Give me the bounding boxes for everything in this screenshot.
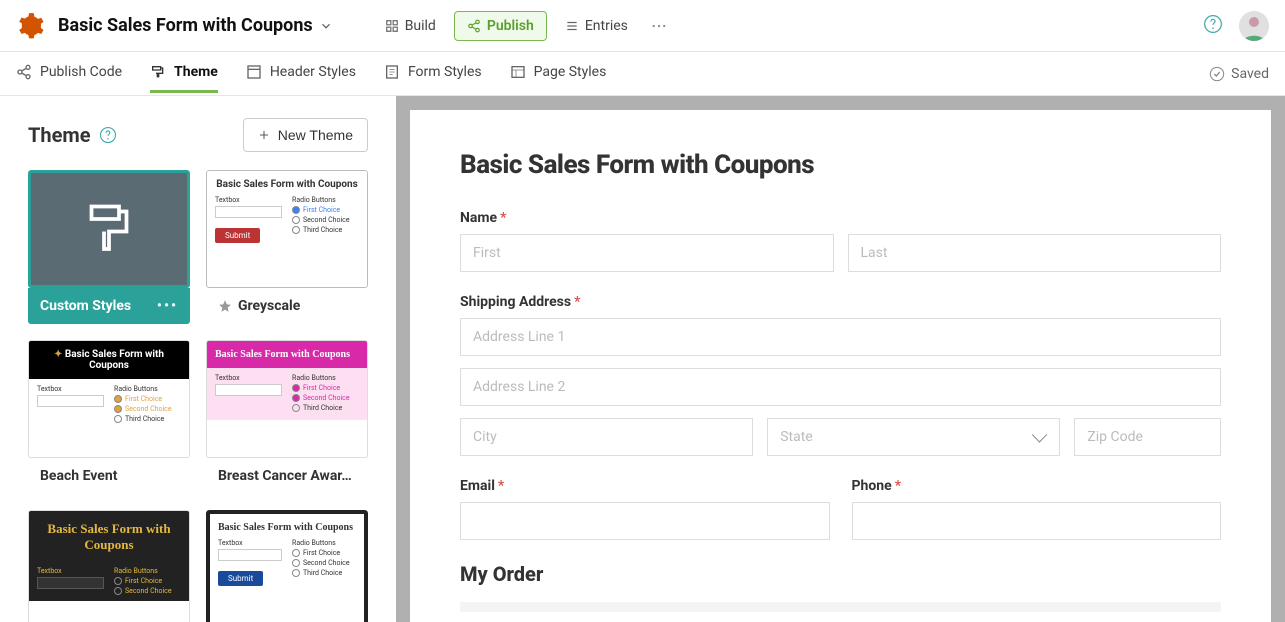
form-icon: [384, 64, 400, 80]
address-line-1-input[interactable]: Address Line 1: [460, 318, 1221, 356]
app-title-text: Basic Sales Form with Coupons: [58, 15, 313, 36]
tab-label: Page Styles: [534, 64, 607, 80]
thumb-title: Basic Sales Form with Coupons: [215, 179, 359, 190]
help-button[interactable]: [1203, 14, 1223, 38]
theme-card-breast-cancer[interactable]: Basic Sales Form with Coupons Textbox Ra…: [206, 340, 368, 494]
tab-label: Publish Code: [40, 64, 122, 80]
city-input[interactable]: City: [460, 418, 753, 456]
form-title: Basic Sales Form with Coupons: [460, 150, 1221, 180]
publish-label: Publish: [487, 18, 534, 34]
theme-label: Custom Styles: [40, 298, 131, 314]
main-layout: Theme New Theme Custom Styles •••: [0, 96, 1285, 622]
form-canvas-area: Basic Sales Form with Coupons Name* Firs…: [396, 96, 1285, 622]
theme-card-custom-styles[interactable]: Custom Styles •••: [28, 170, 190, 324]
order-section-title: My Order: [460, 562, 1221, 586]
page-icon: [510, 64, 526, 80]
tab-theme[interactable]: Theme: [150, 54, 218, 93]
help-inline-button[interactable]: [99, 126, 117, 144]
new-theme-button[interactable]: New Theme: [243, 118, 368, 152]
theme-card-extra-1[interactable]: Basic Sales Form with Coupons Textbox Ra…: [28, 510, 190, 622]
more-button[interactable]: [650, 17, 668, 35]
last-name-input[interactable]: Last: [848, 234, 1222, 272]
build-button[interactable]: Build: [373, 12, 448, 40]
saved-label: Saved: [1231, 66, 1269, 82]
tab-label: Theme: [174, 64, 218, 80]
app-title[interactable]: Basic Sales Form with Coupons: [58, 15, 333, 36]
first-name-input[interactable]: First: [460, 234, 834, 272]
order-box: [460, 602, 1221, 612]
email-input[interactable]: [460, 502, 830, 540]
theme-label: Breast Cancer Awar…: [218, 468, 352, 484]
header-icon: [246, 64, 262, 80]
tab-header-styles[interactable]: Header Styles: [246, 54, 356, 93]
theme-sidebar: Theme New Theme Custom Styles •••: [0, 96, 396, 622]
theme-options-button[interactable]: •••: [157, 298, 178, 314]
user-avatar[interactable]: [1239, 11, 1269, 41]
address-line-2-input[interactable]: Address Line 2: [460, 368, 1221, 406]
tab-label: Form Styles: [408, 64, 482, 80]
theme-card-beach-event[interactable]: ✦ Basic Sales Form with Coupons Textbox …: [28, 340, 190, 494]
zip-input[interactable]: Zip Code: [1074, 418, 1221, 456]
tab-label: Header Styles: [270, 64, 356, 80]
email-label: Email*: [460, 478, 830, 494]
entries-button[interactable]: Entries: [553, 12, 640, 40]
theme-label: Greyscale: [238, 298, 300, 314]
subnav-tabs: Publish Code Theme Header Styles Form St…: [0, 52, 1285, 96]
tab-form-styles[interactable]: Form Styles: [384, 54, 482, 93]
theme-label: Beach Event: [40, 468, 117, 484]
publish-button[interactable]: Publish: [454, 11, 547, 41]
tab-publish-code[interactable]: Publish Code: [16, 54, 122, 93]
list-icon: [565, 19, 579, 33]
sidebar-title: Theme: [28, 123, 91, 147]
theme-card-extra-2[interactable]: Basic Sales Form with Coupons Textbox Su…: [206, 510, 368, 622]
app-logo-icon: [16, 12, 44, 40]
name-label: Name*: [460, 210, 1221, 226]
dots-horizontal-icon: [650, 17, 668, 35]
phone-label: Phone*: [852, 478, 1222, 494]
layout-icon: [385, 19, 399, 33]
saved-indicator: Saved: [1209, 66, 1269, 82]
chevron-down-icon: [319, 19, 333, 33]
help-circle-icon: [1203, 14, 1223, 34]
shipping-label: Shipping Address*: [460, 294, 1221, 310]
tab-page-styles[interactable]: Page Styles: [510, 54, 607, 93]
help-circle-icon: [99, 126, 117, 144]
check-circle-icon: [1209, 66, 1225, 82]
new-theme-label: New Theme: [278, 127, 353, 143]
entries-label: Entries: [585, 18, 628, 34]
paint-roller-icon: [79, 199, 139, 259]
state-select[interactable]: State: [767, 418, 1060, 456]
theme-card-greyscale[interactable]: Basic Sales Form with Coupons Textbox Su…: [206, 170, 368, 324]
phone-input[interactable]: [852, 502, 1222, 540]
share-icon: [467, 19, 481, 33]
plus-icon: [258, 129, 270, 141]
build-label: Build: [405, 18, 436, 34]
star-icon: [218, 299, 232, 313]
share-icon: [16, 64, 32, 80]
form-preview: Basic Sales Form with Coupons Name* Firs…: [410, 110, 1271, 622]
top-header: Basic Sales Form with Coupons Build Publ…: [0, 0, 1285, 52]
paint-roller-icon: [150, 64, 166, 80]
